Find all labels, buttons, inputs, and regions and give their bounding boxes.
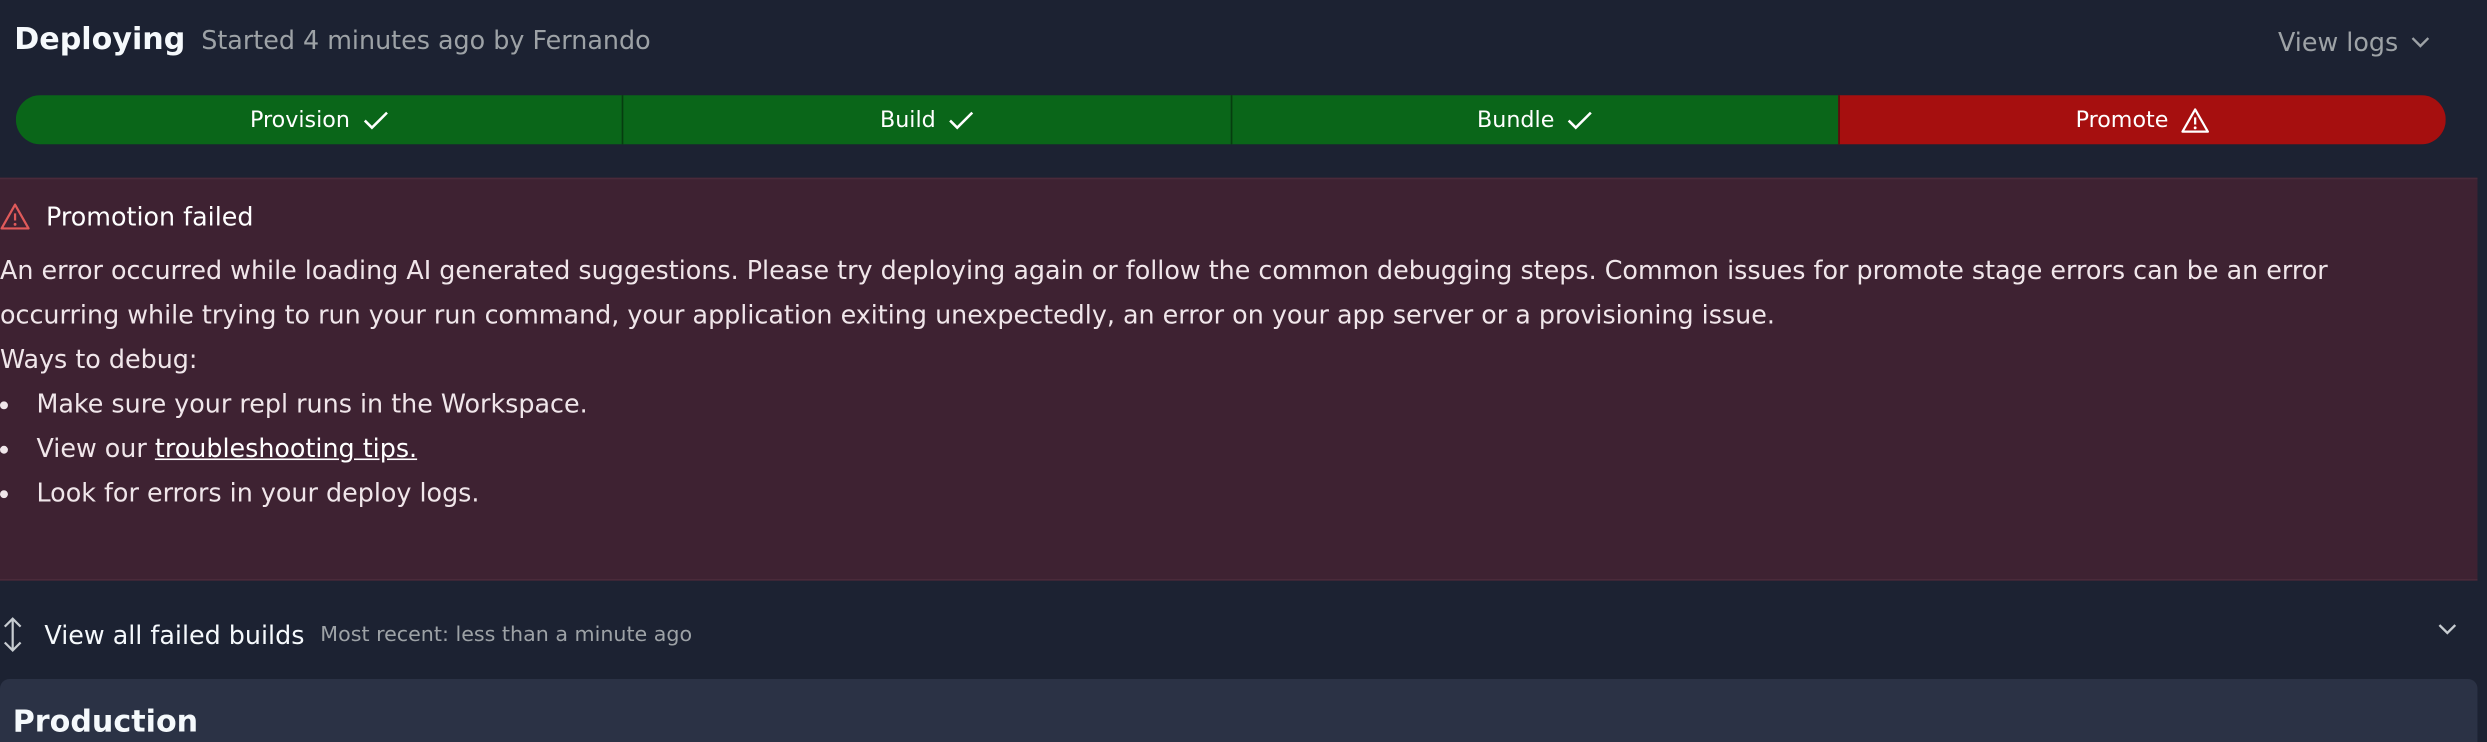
error-body: An error occurred while loading AI gener… bbox=[0, 249, 2443, 516]
step-provision: Provision bbox=[15, 95, 623, 145]
production-title: Production bbox=[12, 704, 199, 740]
list-item: Look for errors in your deploy logs. bbox=[0, 471, 2443, 515]
step-build: Build bbox=[622, 95, 1231, 145]
step-label: Bundle bbox=[1477, 107, 1555, 133]
deployment-header: Deploying Started 4 minutes ago by Ferna… bbox=[0, 0, 2478, 178]
error-message: An error occurred while loading AI gener… bbox=[0, 255, 2328, 330]
promotion-error-panel: Promotion failed An error occurred while… bbox=[0, 177, 2478, 581]
view-logs-label: View logs bbox=[2277, 26, 2399, 58]
list-item-text: Look for errors in your deploy logs. bbox=[36, 477, 480, 508]
ways-to-debug-heading: Ways to debug: bbox=[0, 344, 198, 375]
failed-builds-label: View all failed builds bbox=[44, 619, 305, 650]
production-section: Production bbox=[0, 678, 2478, 742]
step-label: Provision bbox=[249, 107, 350, 133]
failed-builds-recent: Most recent: less than a minute ago bbox=[320, 622, 693, 647]
chevron-down-icon[interactable] bbox=[2438, 623, 2457, 636]
check-icon bbox=[363, 110, 388, 129]
error-title: Promotion failed bbox=[45, 201, 254, 232]
view-logs-button[interactable]: View logs bbox=[2278, 27, 2430, 57]
list-item: Make sure your repl runs in the Workspac… bbox=[0, 382, 2443, 426]
step-label: Build bbox=[879, 107, 936, 133]
debug-steps-list: Make sure your repl runs in the Workspac… bbox=[0, 382, 2443, 515]
page-title: Deploying bbox=[14, 22, 186, 58]
list-item-text: View our bbox=[36, 433, 155, 464]
error-heading: Promotion failed bbox=[0, 201, 254, 232]
chevron-down-icon bbox=[2411, 36, 2430, 47]
list-item-text: Make sure your repl runs in the Workspac… bbox=[36, 388, 588, 419]
view-failed-builds-row[interactable]: View all failed builds Most recent: less… bbox=[0, 600, 2477, 670]
deploy-progress-steps: Provision Build Bundle Promote bbox=[15, 95, 2446, 145]
expand-vertical-icon bbox=[3, 617, 22, 652]
title-row: Deploying Started 4 minutes ago by Ferna… bbox=[14, 22, 650, 57]
list-item: View our troubleshooting tips. bbox=[0, 427, 2443, 471]
step-promote: Promote bbox=[1837, 95, 2446, 145]
warning-icon bbox=[2181, 107, 2210, 132]
check-icon bbox=[1567, 110, 1592, 129]
warning-icon bbox=[0, 203, 30, 230]
step-label: Promote bbox=[2075, 107, 2169, 133]
troubleshooting-tips-link[interactable]: troubleshooting tips. bbox=[155, 433, 417, 463]
check-icon bbox=[949, 110, 974, 129]
deploy-subtitle: Started 4 minutes ago by Fernando bbox=[201, 25, 651, 56]
step-bundle: Bundle bbox=[1230, 95, 1838, 145]
